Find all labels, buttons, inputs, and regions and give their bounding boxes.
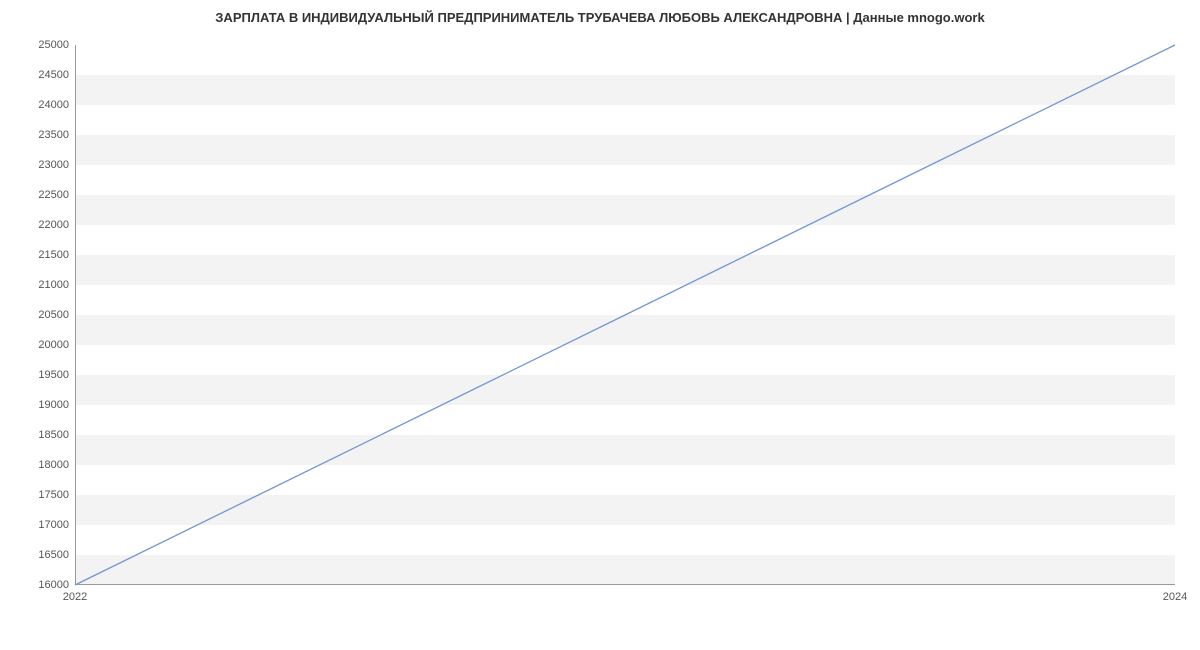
y-tick-label: 22500	[38, 189, 69, 201]
y-tick-label: 25000	[38, 39, 69, 51]
y-tick-label: 20000	[38, 339, 69, 351]
y-tick-label: 19000	[38, 399, 69, 411]
y-tick-label: 16500	[38, 549, 69, 561]
y-tick-label: 22000	[38, 219, 69, 231]
y-tick-label: 18000	[38, 459, 69, 471]
y-tick-label: 21500	[38, 249, 69, 261]
y-tick-label: 23000	[38, 159, 69, 171]
series-line	[75, 45, 1175, 585]
chart-container: ЗАРПЛАТА В ИНДИВИДУАЛЬНЫЙ ПРЕДПРИНИМАТЕЛ…	[0, 0, 1200, 650]
y-tick-label: 24500	[38, 69, 69, 81]
y-tick-label: 23500	[38, 129, 69, 141]
y-tick-label: 17000	[38, 519, 69, 531]
y-tick-label: 21000	[38, 279, 69, 291]
x-tick-label: 2022	[63, 591, 87, 603]
y-tick-label: 24000	[38, 99, 69, 111]
y-tick-label: 18500	[38, 429, 69, 441]
y-tick-label: 20500	[38, 309, 69, 321]
x-tick-label: 2024	[1163, 591, 1187, 603]
y-tick-label: 16000	[38, 579, 69, 591]
chart-title: ЗАРПЛАТА В ИНДИВИДУАЛЬНЫЙ ПРЕДПРИНИМАТЕЛ…	[0, 10, 1200, 25]
line-layer	[75, 45, 1175, 585]
plot-area: 1600016500170001750018000185001900019500…	[75, 45, 1175, 585]
y-tick-label: 17500	[38, 489, 69, 501]
y-tick-label: 19500	[38, 369, 69, 381]
